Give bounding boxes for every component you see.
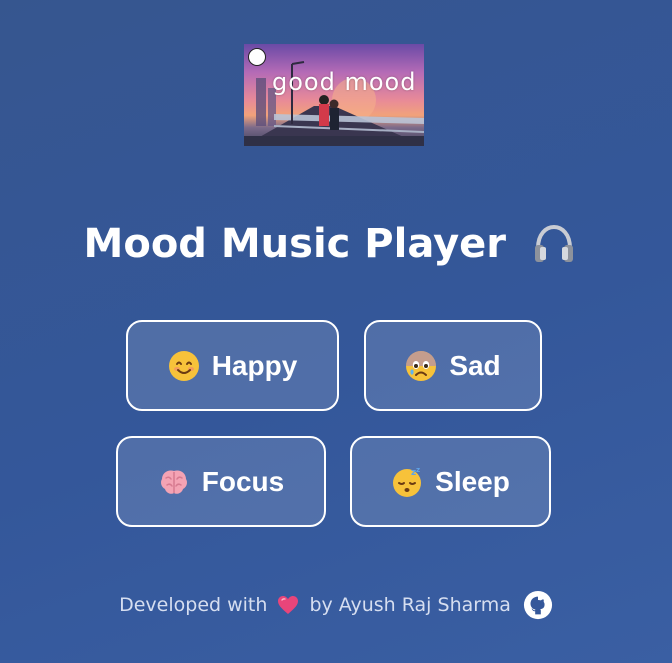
focus-button[interactable]: Focus (116, 436, 326, 527)
svg-text:z: z (416, 466, 420, 474)
cover-title: good mood (272, 68, 417, 96)
sleep-label: Sleep (435, 465, 510, 497)
heart-icon (278, 596, 299, 614)
sad-button[interactable]: Sad (364, 320, 542, 411)
footer: Developed with by Ayush Raj Sharma (0, 588, 672, 622)
brain-icon (160, 469, 187, 494)
github-icon[interactable] (523, 590, 553, 620)
cover-badge-icon (248, 48, 266, 66)
sleeping-face-icon: z z (393, 466, 422, 497)
sad-label: Sad (449, 349, 501, 381)
footer-prefix: Developed with (119, 594, 268, 616)
focus-label: Focus (201, 465, 285, 497)
smiling-face-icon (168, 350, 199, 381)
title-row: Mood Music Player (0, 216, 672, 272)
footer-suffix: by Ayush Raj Sharma (309, 594, 511, 616)
happy-label: Happy (211, 349, 298, 381)
happy-button[interactable]: Happy (126, 320, 339, 411)
page-title: Mood Music Player (83, 221, 507, 267)
sad-face-icon (406, 350, 437, 381)
sleep-button[interactable]: z z Sleep (350, 436, 551, 527)
album-cover-image: good mood (244, 44, 424, 146)
headphones-icon (535, 224, 574, 262)
